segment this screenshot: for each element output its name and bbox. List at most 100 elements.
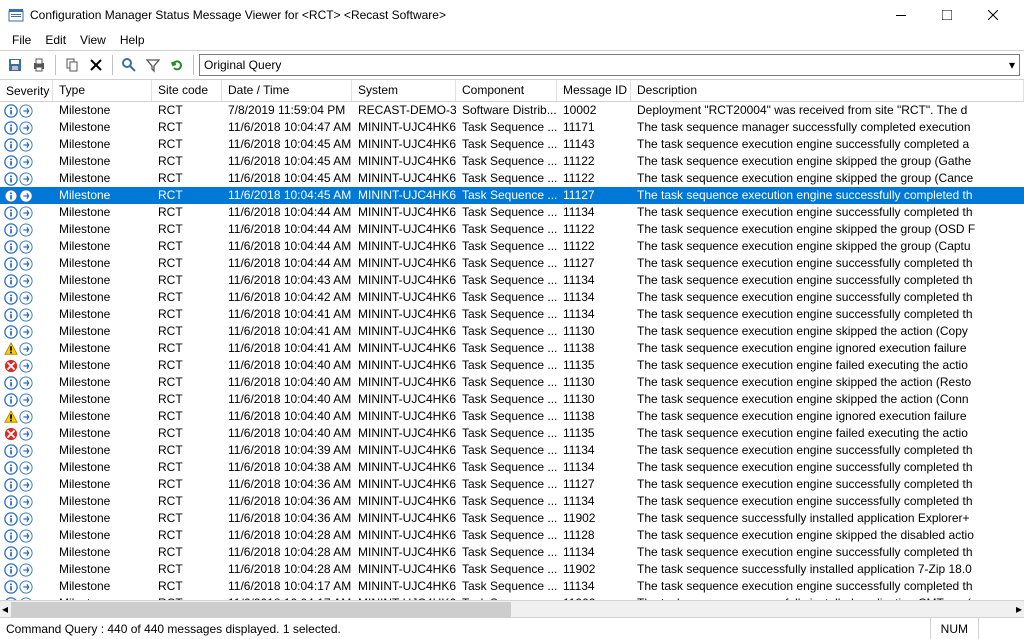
component-cell: Task Sequence ... — [456, 136, 557, 153]
arrow-icon — [19, 104, 33, 118]
component-cell: Task Sequence ... — [456, 170, 557, 187]
table-row[interactable]: MilestoneRCT11/6/2018 10:04:28 AMMININT-… — [0, 544, 1024, 561]
description-cell: The task sequence execution engine succe… — [631, 187, 1024, 204]
site-cell: RCT — [152, 289, 222, 306]
table-row[interactable]: MilestoneRCT11/6/2018 10:04:47 AMMININT-… — [0, 119, 1024, 136]
save-icon[interactable] — [4, 54, 26, 76]
table-row[interactable]: MilestoneRCT11/6/2018 10:04:45 AMMININT-… — [0, 153, 1024, 170]
app-icon — [8, 7, 24, 23]
table-row[interactable]: MilestoneRCT11/6/2018 10:04:39 AMMININT-… — [0, 442, 1024, 459]
arrow-icon — [19, 223, 33, 237]
component-cell: Task Sequence ... — [456, 204, 557, 221]
table-row[interactable]: MilestoneRCT11/6/2018 10:04:44 AMMININT-… — [0, 238, 1024, 255]
query-dropdown[interactable]: Original Query ▾ — [199, 54, 1020, 76]
header-component[interactable]: Component — [456, 80, 557, 101]
print-icon[interactable] — [28, 54, 50, 76]
horizontal-scrollbar[interactable]: ◂ ▸ — [0, 600, 1024, 617]
table-row[interactable]: MilestoneRCT11/6/2018 10:04:40 AMMININT-… — [0, 408, 1024, 425]
system-cell: MININT-UJC4HK6 — [352, 425, 456, 442]
site-cell: RCT — [152, 578, 222, 595]
arrow-icon — [19, 240, 33, 254]
separator — [112, 55, 113, 75]
system-cell: MININT-UJC4HK6 — [352, 561, 456, 578]
table-row[interactable]: MilestoneRCT11/6/2018 10:04:43 AMMININT-… — [0, 272, 1024, 289]
description-cell: The task sequence execution engine succe… — [631, 442, 1024, 459]
find-icon[interactable] — [118, 54, 140, 76]
description-cell: The task sequence execution engine succe… — [631, 255, 1024, 272]
menu-help[interactable]: Help — [114, 32, 151, 48]
menu-file[interactable]: File — [6, 32, 37, 48]
table-row[interactable]: MilestoneRCT11/6/2018 10:04:44 AMMININT-… — [0, 255, 1024, 272]
date-cell: 11/6/2018 10:04:42 AM — [222, 289, 352, 306]
delete-icon[interactable] — [85, 54, 107, 76]
msgid-cell: 11134 — [557, 306, 631, 323]
table-row[interactable]: MilestoneRCT11/6/2018 10:04:38 AMMININT-… — [0, 459, 1024, 476]
refresh-icon[interactable] — [166, 54, 188, 76]
table-row[interactable]: MilestoneRCT11/6/2018 10:04:17 AMMININT-… — [0, 595, 1024, 600]
info-icon — [4, 325, 18, 339]
header-date[interactable]: Date / Time — [222, 80, 352, 101]
table-row[interactable]: MilestoneRCT11/6/2018 10:04:45 AMMININT-… — [0, 170, 1024, 187]
info-icon — [4, 104, 18, 118]
site-cell: RCT — [152, 153, 222, 170]
system-cell: MININT-UJC4HK6 — [352, 153, 456, 170]
table-row[interactable]: MilestoneRCT11/6/2018 10:04:45 AMMININT-… — [0, 187, 1024, 204]
scrollbar-thumb[interactable] — [11, 602, 511, 617]
component-cell: Task Sequence ... — [456, 323, 557, 340]
type-cell: Milestone — [53, 357, 152, 374]
table-row[interactable]: MilestoneRCT11/6/2018 10:04:40 AMMININT-… — [0, 425, 1024, 442]
type-cell: Milestone — [53, 374, 152, 391]
table-row[interactable]: MilestoneRCT11/6/2018 10:04:44 AMMININT-… — [0, 204, 1024, 221]
header-system[interactable]: System — [352, 80, 456, 101]
menu-edit[interactable]: Edit — [39, 32, 72, 48]
scroll-right-icon[interactable]: ▸ — [1014, 602, 1024, 616]
date-cell: 11/6/2018 10:04:44 AM — [222, 204, 352, 221]
header-severity[interactable]: Severity — [0, 80, 53, 101]
severity-cell — [0, 187, 53, 204]
table-row[interactable]: MilestoneRCT11/6/2018 10:04:41 AMMININT-… — [0, 340, 1024, 357]
table-row[interactable]: MilestoneRCT7/8/2019 11:59:04 PMRECAST-D… — [0, 102, 1024, 119]
header-msgid[interactable]: Message ID — [557, 80, 631, 101]
table-row[interactable]: MilestoneRCT11/6/2018 10:04:45 AMMININT-… — [0, 136, 1024, 153]
menu-view[interactable]: View — [74, 32, 112, 48]
header-site[interactable]: Site code — [152, 80, 222, 101]
arrow-icon — [19, 257, 33, 271]
close-button[interactable] — [970, 0, 1016, 30]
type-cell: Milestone — [53, 442, 152, 459]
severity-cell — [0, 408, 53, 425]
maximize-button[interactable] — [924, 0, 970, 30]
description-cell: The task sequence execution engine succe… — [631, 578, 1024, 595]
table-row[interactable]: MilestoneRCT11/6/2018 10:04:44 AMMININT-… — [0, 221, 1024, 238]
table-row[interactable]: MilestoneRCT11/6/2018 10:04:41 AMMININT-… — [0, 306, 1024, 323]
date-cell: 11/6/2018 10:04:36 AM — [222, 510, 352, 527]
description-cell: The task sequence execution engine skipp… — [631, 323, 1024, 340]
header-description[interactable]: Description — [631, 80, 1024, 101]
date-cell: 11/6/2018 10:04:41 AM — [222, 323, 352, 340]
header-type[interactable]: Type — [53, 80, 152, 101]
table-row[interactable]: MilestoneRCT11/6/2018 10:04:28 AMMININT-… — [0, 527, 1024, 544]
table-row[interactable]: MilestoneRCT11/6/2018 10:04:40 AMMININT-… — [0, 391, 1024, 408]
type-cell: Milestone — [53, 272, 152, 289]
table-row[interactable]: MilestoneRCT11/6/2018 10:04:36 AMMININT-… — [0, 510, 1024, 527]
type-cell: Milestone — [53, 187, 152, 204]
table-row[interactable]: MilestoneRCT11/6/2018 10:04:42 AMMININT-… — [0, 289, 1024, 306]
component-cell: Task Sequence ... — [456, 340, 557, 357]
msgid-cell: 11134 — [557, 272, 631, 289]
table-row[interactable]: MilestoneRCT11/6/2018 10:04:40 AMMININT-… — [0, 374, 1024, 391]
msgid-cell: 11130 — [557, 374, 631, 391]
copy-icon[interactable] — [61, 54, 83, 76]
minimize-button[interactable] — [878, 0, 924, 30]
table-row[interactable]: MilestoneRCT11/6/2018 10:04:41 AMMININT-… — [0, 323, 1024, 340]
table-row[interactable]: MilestoneRCT11/6/2018 10:04:40 AMMININT-… — [0, 357, 1024, 374]
scroll-left-icon[interactable]: ◂ — [0, 602, 10, 616]
message-grid[interactable]: Severity Type Site code Date / Time Syst… — [0, 80, 1024, 600]
table-row[interactable]: MilestoneRCT11/6/2018 10:04:36 AMMININT-… — [0, 476, 1024, 493]
table-row[interactable]: MilestoneRCT11/6/2018 10:04:28 AMMININT-… — [0, 561, 1024, 578]
component-cell: Task Sequence ... — [456, 255, 557, 272]
msgid-cell: 11122 — [557, 238, 631, 255]
table-row[interactable]: MilestoneRCT11/6/2018 10:04:17 AMMININT-… — [0, 578, 1024, 595]
arrow-icon — [19, 444, 33, 458]
table-row[interactable]: MilestoneRCT11/6/2018 10:04:36 AMMININT-… — [0, 493, 1024, 510]
info-icon — [4, 189, 18, 203]
filter-icon[interactable] — [142, 54, 164, 76]
